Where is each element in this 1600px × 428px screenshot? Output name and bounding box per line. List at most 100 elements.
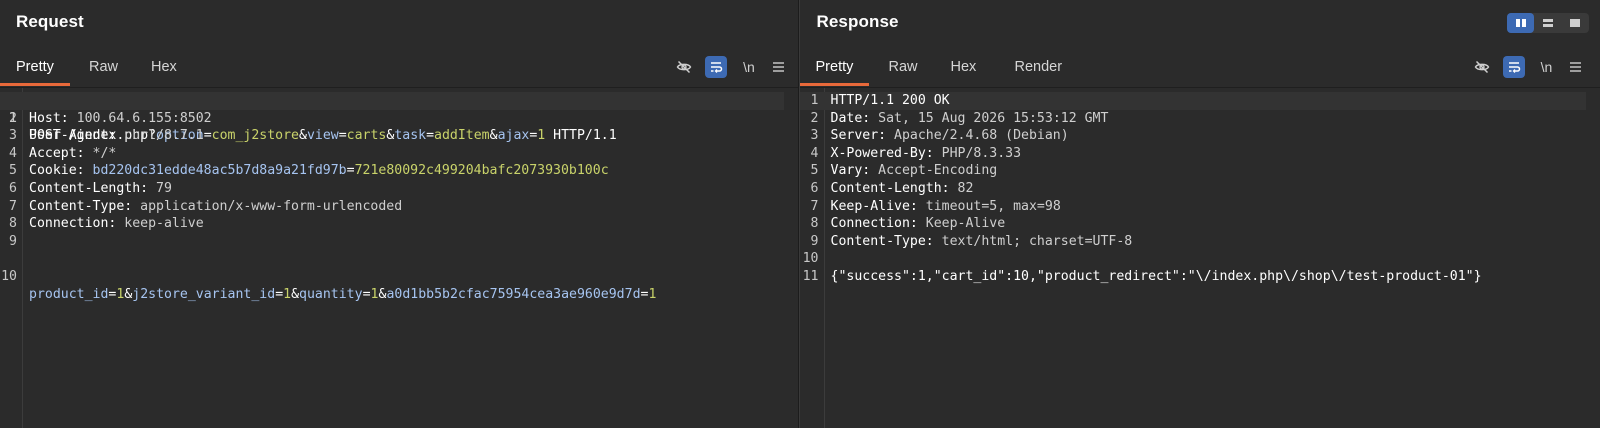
- response-tabs: Pretty Raw Hex Render \n: [799, 50, 1600, 88]
- http-message-viewer: Request Pretty Raw Hex \n 1 POST /index.…: [0, 0, 1600, 428]
- header-line: 9 Content-Type: text/html; charset=UTF-8: [800, 233, 1587, 251]
- header-name: Date:: [830, 110, 871, 126]
- header-name: X-Powered-By:: [830, 145, 934, 161]
- header-value: PHP/8.3.33: [933, 145, 1022, 161]
- response-body: {"success":1,"cart_id":10,"product_redir…: [830, 269, 1482, 284]
- header-value: keep-alive: [116, 216, 204, 232]
- tab-raw[interactable]: Raw: [873, 50, 934, 85]
- param-name: quantity: [299, 286, 363, 302]
- blank-line: 9: [0, 233, 784, 251]
- header-line: 6 Content-Length: 82: [800, 180, 1587, 198]
- request-pane: Request Pretty Raw Hex \n 1 POST /index.…: [0, 0, 799, 428]
- line-number: 8: [9, 216, 17, 232]
- header-name: User-Agent:: [29, 128, 117, 144]
- hamburger-menu-icon[interactable]: [767, 56, 789, 78]
- line-number: 5: [810, 163, 819, 179]
- tab-hex[interactable]: Hex: [135, 50, 193, 85]
- line-number: 1: [810, 93, 819, 108]
- header-line: 7 Keep-Alive: timeout=5, max=98: [800, 198, 1587, 216]
- tab-pretty[interactable]: Pretty: [0, 50, 70, 86]
- request-tabs: Pretty Raw Hex \n: [0, 50, 798, 88]
- header-value: Apache/2.4.68 (Debian): [886, 128, 1069, 144]
- param-value: 1: [283, 286, 292, 302]
- line-number: 11: [802, 269, 819, 284]
- param-name: product_id: [29, 286, 109, 302]
- wrap-lines-icon[interactable]: [705, 56, 727, 78]
- line-number: 2: [9, 110, 17, 126]
- header-value: 79: [148, 181, 172, 196]
- header-name: Content-Type:: [830, 233, 934, 249]
- header-name: Connection:: [29, 216, 117, 232]
- request-body: product_id=1&j2store_variant_id=1&quanti…: [29, 286, 657, 302]
- header-value: application/x-www-form-urlencoded: [132, 198, 403, 214]
- response-title: Response: [816, 12, 899, 31]
- body-line: 11 {"success":1,"cart_id":10,"product_red…: [800, 268, 1587, 286]
- line-number: 5: [9, 163, 17, 179]
- cookie-value: 721e80092c499204bafc2073930b100c: [354, 163, 609, 179]
- header-name: Keep-Alive:: [830, 198, 918, 214]
- line-number: 9: [9, 233, 17, 249]
- header-value: */*: [84, 145, 117, 161]
- line-number: 6: [810, 181, 819, 196]
- header-line: 8 Connection: Keep-Alive: [800, 215, 1587, 233]
- hamburger-menu-icon[interactable]: [1565, 56, 1587, 78]
- header-name: Server:: [830, 128, 887, 144]
- newline-toggle[interactable]: \n: [1536, 56, 1558, 78]
- header-name: Connection:: [830, 216, 918, 232]
- cookie-name: bd220dc31edde48ac5b7d8a9a21fd97b: [92, 163, 347, 179]
- status-line: 1 HTTP/1.1 200 OK: [799, 92, 1586, 110]
- header-name: Content-Length:: [830, 181, 950, 196]
- header-line: 4 X-Powered-By: PHP/8.3.33: [800, 145, 1587, 163]
- header-line: 2 Date: Sat, 15 Aug 2026 15:53:12 GMT: [800, 110, 1587, 128]
- header-value: Accept-Encoding: [870, 163, 998, 179]
- side-by-side-icon[interactable]: [1507, 13, 1534, 33]
- request-scrollbar[interactable]: [785, 88, 798, 428]
- tab-raw[interactable]: Raw: [73, 50, 134, 85]
- line-number: 3: [9, 128, 17, 144]
- tab-hex[interactable]: Hex: [935, 50, 993, 85]
- param-name: a0d1bb5b2cfac75954cea3ae960e9d7d: [386, 286, 641, 302]
- single-pane-icon[interactable]: [1561, 13, 1588, 33]
- header-value: 100.64.6.155:8502: [68, 110, 212, 126]
- newline-toggle[interactable]: \n: [738, 56, 760, 78]
- response-scrollbar[interactable]: [1588, 88, 1600, 428]
- line-number: 7: [810, 198, 819, 214]
- header-line: 7 Content-Type: application/x-www-form-ur…: [0, 198, 784, 216]
- header-line: 3 Server: Apache/2.4.68 (Debian): [800, 127, 1587, 145]
- line-number: 4: [810, 145, 819, 161]
- eye-slash-icon[interactable]: [673, 56, 695, 78]
- body-line: 10 product_id=1&j2store_variant_id=1&qua…: [0, 250, 784, 302]
- line-number: 4: [9, 145, 17, 161]
- header-name: Host:: [29, 110, 69, 126]
- layout-switch: [1507, 13, 1589, 33]
- header-value: curl/8.7.1: [116, 128, 204, 144]
- header-value: Keep-Alive: [917, 216, 1006, 232]
- status-text: HTTP/1.1 200 OK: [830, 93, 950, 108]
- param-name: j2store_variant_id: [132, 286, 276, 302]
- tab-pretty[interactable]: Pretty: [799, 50, 870, 86]
- eye-slash-icon[interactable]: [1471, 56, 1493, 78]
- header-name: Cookie:: [29, 163, 85, 179]
- header-name: Content-Length:: [29, 181, 149, 196]
- stacked-icon[interactable]: [1534, 13, 1561, 33]
- blank-line: 10: [800, 250, 1587, 268]
- header-value: text/html; charset=UTF-8: [933, 233, 1133, 249]
- request-line: 1 POST /index.php?option=com_j2store&vie…: [0, 92, 784, 143]
- line-number: 10: [802, 251, 819, 267]
- tab-render[interactable]: Render: [999, 50, 1079, 85]
- param-value: 1: [648, 286, 657, 302]
- response-editor[interactable]: 1 HTTP/1.1 200 OK 2 Date: Sat, 15 Aug 2026…: [799, 88, 1600, 428]
- line-number: 6: [9, 181, 17, 196]
- line-number: 9: [810, 233, 819, 249]
- wrap-lines-icon[interactable]: [1502, 56, 1525, 78]
- request-editor[interactable]: 1 POST /index.php?option=com_j2store&vie…: [0, 88, 798, 428]
- header-line: 5 Vary: Accept-Encoding: [800, 162, 1587, 180]
- line-number: 8: [810, 216, 819, 232]
- header-value: Sat, 15 Aug 2026 15:53:12 GMT: [870, 110, 1109, 126]
- line-number: 3: [810, 128, 819, 144]
- request-title: Request: [16, 12, 84, 31]
- header-line: 4 Accept: */*: [0, 145, 784, 163]
- header-name: Vary:: [830, 163, 871, 179]
- line-number: 7: [9, 198, 17, 214]
- line-number: 2: [810, 110, 819, 126]
